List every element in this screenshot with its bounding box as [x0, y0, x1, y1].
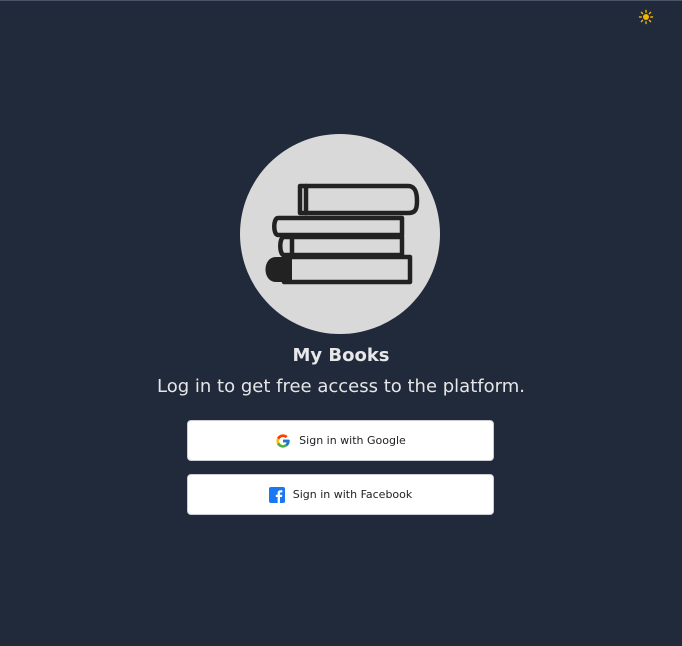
sign-in-google-label: Sign in with Google — [299, 433, 406, 447]
window-top-border — [0, 0, 682, 1]
stack-of-books-icon — [265, 183, 420, 285]
app-logo — [240, 134, 440, 334]
theme-toggle-button[interactable] — [638, 9, 654, 25]
google-icon — [276, 433, 290, 448]
app-title: My Books — [292, 345, 390, 366]
login-subtitle: Log in to get free access to the platfor… — [157, 376, 525, 397]
sun-icon — [638, 9, 654, 25]
sign-in-facebook-label: Sign in with Facebook — [292, 487, 413, 501]
sign-in-google-button[interactable]: Sign in with Google — [187, 420, 494, 461]
sign-in-facebook-button[interactable]: Sign in with Facebook — [187, 474, 494, 515]
facebook-icon — [268, 486, 285, 503]
